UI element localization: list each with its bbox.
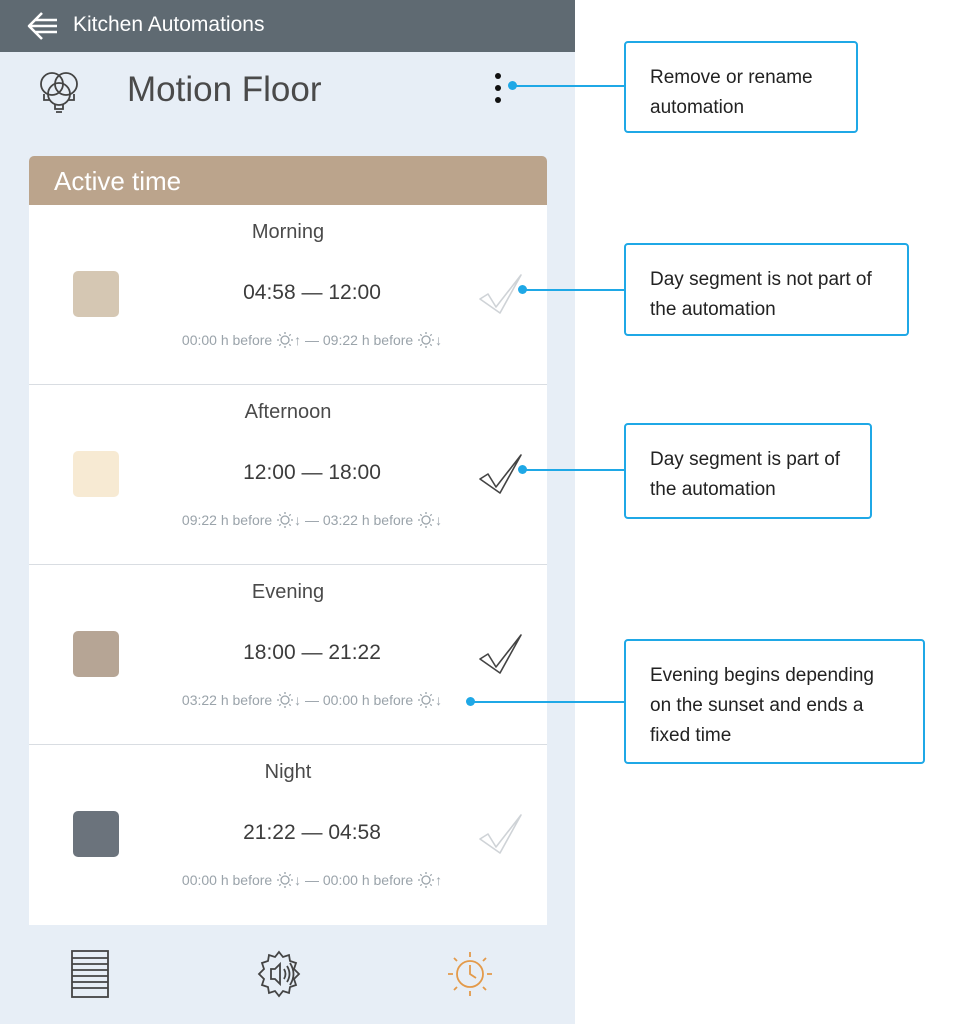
callout-evening: Evening begins depending on the sunset a… xyxy=(624,639,925,764)
segment-afternoon[interactable]: Afternoon 12:00 — 18:00 09:22 h before ↓ —… xyxy=(29,385,547,565)
sun-direction-arrow: ↓ xyxy=(435,332,443,348)
segment-night[interactable]: Night 21:22 — 04:58 00:00 h before ↓ — 00:… xyxy=(29,745,547,930)
sun-icon xyxy=(276,692,294,708)
segment-detail-start: 09:22 h before xyxy=(181,512,273,528)
callout-part-leader xyxy=(522,469,624,471)
segment-name: Night xyxy=(264,761,312,783)
checkmark-icon[interactable] xyxy=(477,809,525,857)
sun-icon xyxy=(417,332,435,348)
segment-detail-end: 00:00 h before xyxy=(322,872,414,888)
sun-direction-arrow: ↓ xyxy=(294,872,302,888)
callout-evening-leader xyxy=(470,701,624,703)
section-header: Active time xyxy=(29,156,547,205)
segment-detail-start: 00:00 h before xyxy=(181,332,273,348)
sun-icon xyxy=(276,512,294,528)
gear-sound-icon[interactable] xyxy=(254,949,304,999)
segment-sun-detail: 03:22 h before ↓ — 00:00 h before ↓ xyxy=(181,692,443,708)
segment-detail-end: 03:22 h before xyxy=(322,512,414,528)
checkmark-icon[interactable] xyxy=(477,449,525,497)
callout-part: Day segment is part of the automation xyxy=(624,423,872,519)
callout-menu: Remove or rename automation xyxy=(624,41,858,133)
segment-name: Evening xyxy=(251,581,325,603)
callout-evening-dot xyxy=(466,697,475,706)
more-menu-icon[interactable] xyxy=(488,72,508,104)
callout-part-dot xyxy=(518,465,527,474)
sun-direction-arrow: ↑ xyxy=(435,872,443,888)
bulbs-icon xyxy=(40,72,78,113)
sun-icon xyxy=(276,872,294,888)
segment-morning[interactable]: Morning 04:58 — 12:00 00:00 h before ↑ — 0… xyxy=(29,205,547,385)
segment-list: Morning 04:58 — 12:00 00:00 h before ↑ — 0… xyxy=(29,205,547,930)
segment-sun-detail: 09:22 h before ↓ — 03:22 h before ↓ xyxy=(181,512,443,528)
segment-name: Morning xyxy=(251,221,325,243)
callout-menu-leader xyxy=(512,85,624,87)
checkmark-icon[interactable] xyxy=(477,629,525,677)
segment-detail-end: 00:00 h before xyxy=(322,692,414,708)
sun-icon xyxy=(417,512,435,528)
callout-menu-dot xyxy=(508,81,517,90)
segment-name: Afternoon xyxy=(244,401,332,423)
sun-direction-arrow: ↓ xyxy=(435,512,443,528)
callout-not-part-dot xyxy=(518,285,527,294)
checkmark-icon[interactable] xyxy=(477,269,525,317)
phone-screen: Kitchen Automations Motion Floor Active … xyxy=(0,0,575,1024)
segment-sun-detail: 00:00 h before ↓ — 00:00 h before ↑ xyxy=(181,872,443,888)
page-title: Motion Floor xyxy=(127,70,322,109)
top-bar: Kitchen Automations xyxy=(0,0,575,52)
sun-icon xyxy=(417,692,435,708)
sun-direction-arrow: ↓ xyxy=(294,512,302,528)
segment-detail-start: 03:22 h before xyxy=(181,692,273,708)
callout-not-part: Day segment is not part of the automatio… xyxy=(624,243,909,336)
list-icon[interactable] xyxy=(65,949,115,999)
sun-direction-arrow: ↓ xyxy=(294,692,302,708)
segment-detail-end: 09:22 h before xyxy=(322,332,414,348)
segment-detail-start: 00:00 h before xyxy=(181,872,273,888)
topbar-title[interactable]: Kitchen Automations xyxy=(73,13,264,37)
sun-icon xyxy=(276,332,294,348)
sun-direction-arrow: ↓ xyxy=(435,692,443,708)
callout-not-part-leader xyxy=(522,289,624,291)
sun-direction-arrow: ↑ xyxy=(294,332,302,348)
bottom-nav xyxy=(0,925,575,1024)
segment-evening[interactable]: Evening 18:00 — 21:22 03:22 h before ↓ — 0… xyxy=(29,565,547,745)
sun-icon xyxy=(417,872,435,888)
sun-clock-icon[interactable] xyxy=(445,949,495,999)
back-arrow-icon[interactable] xyxy=(26,10,60,42)
segment-sun-detail: 00:00 h before ↑ — 09:22 h before ↓ xyxy=(181,332,443,348)
